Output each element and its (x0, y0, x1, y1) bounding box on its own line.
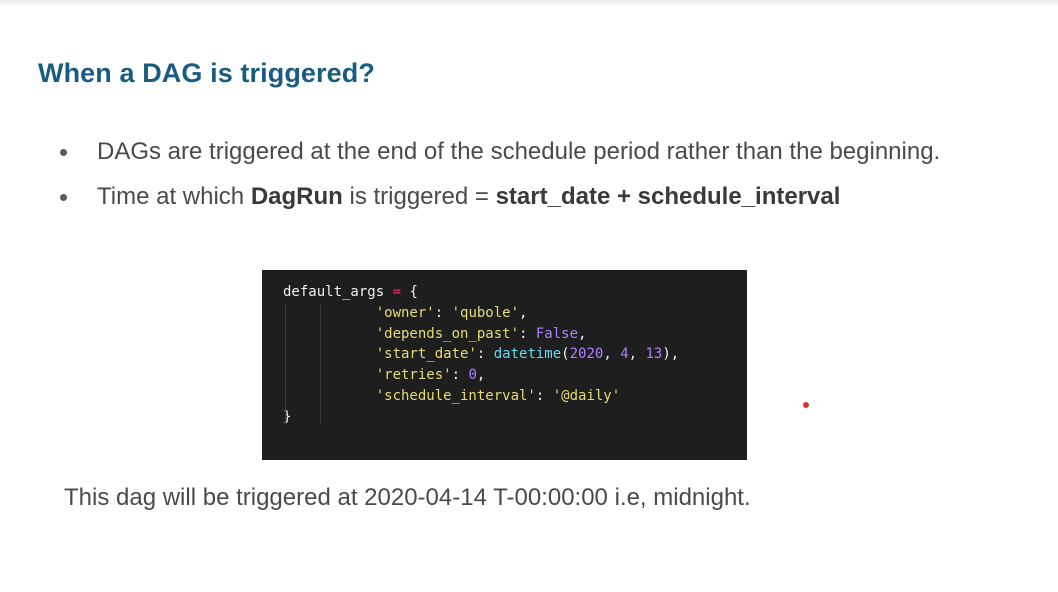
footer-note: This dag will be triggered at 2020-04-14… (64, 484, 751, 511)
code-token: 'owner' (375, 304, 435, 321)
code-token: , (519, 304, 528, 321)
bullet-dot-icon (60, 149, 67, 156)
bullet-text-middle: is triggered = (342, 183, 496, 210)
code-line: 'retries': 0, (283, 365, 747, 386)
top-shade (0, 0, 1058, 6)
code-token: : (476, 346, 494, 363)
bullet-item: DAGs are triggered at the end of the sch… (60, 136, 960, 167)
code-line: 'start_date': datetime(2020, 4, 13), (283, 344, 747, 365)
code-token: ), (662, 346, 680, 363)
code-token: 'start_date' (375, 346, 477, 363)
bullet-text: DAGs are triggered at the end of the sch… (97, 138, 941, 165)
code-token: 'depends_on_past' (375, 325, 520, 342)
code-token: { (401, 284, 418, 300)
laser-pointer-dot (803, 402, 809, 408)
code-line: 'owner': 'qubole', (283, 303, 747, 324)
bullet-item: Time at which DagRun is triggered = star… (60, 181, 960, 212)
code-token: 'schedule_interval' (375, 387, 536, 404)
code-token: 'qubole' (451, 304, 520, 321)
code-token: ( (561, 346, 570, 363)
code-token: 2020 (569, 346, 604, 363)
code-token: False (535, 325, 579, 342)
code-token: , (628, 346, 646, 363)
code-line: 'depends_on_past': False, (283, 324, 747, 345)
code-token: , (578, 325, 587, 342)
code-token: 4 (620, 346, 629, 363)
code-token: default_args (283, 284, 393, 300)
code-token: 13 (645, 346, 663, 363)
bullet-text-prefix: Time at which (97, 183, 251, 210)
indent-guide (320, 304, 321, 424)
bullet-list: DAGs are triggered at the end of the sch… (60, 136, 960, 226)
slide: When a DAG is triggered? DAGs are trigge… (0, 0, 1058, 592)
code-token: : (451, 367, 469, 384)
bullet-dot-icon (60, 194, 67, 201)
code-token: datetime (493, 346, 562, 363)
code-line: } (283, 407, 747, 428)
code-token: 'retries' (375, 367, 452, 384)
code-token: , (603, 346, 621, 363)
code-token: : (535, 387, 553, 404)
bullet-bold-formula: start_date + schedule_interval (495, 183, 841, 210)
slide-title: When a DAG is triggered? (38, 58, 375, 88)
code-token: : (434, 304, 452, 321)
code-line: default_args = { (283, 282, 747, 303)
code-token: = (392, 284, 402, 300)
code-token: : (519, 325, 536, 342)
code-token: , (476, 367, 486, 384)
code-token: '@daily' (552, 387, 621, 404)
bullet-bold-term: DagRun (250, 183, 343, 210)
code-token: 0 (468, 367, 477, 384)
code-line: 'schedule_interval': '@daily' (283, 386, 747, 407)
code-block: default_args = { 'owner': 'qubole', 'dep… (262, 270, 747, 460)
indent-guide (285, 304, 286, 424)
